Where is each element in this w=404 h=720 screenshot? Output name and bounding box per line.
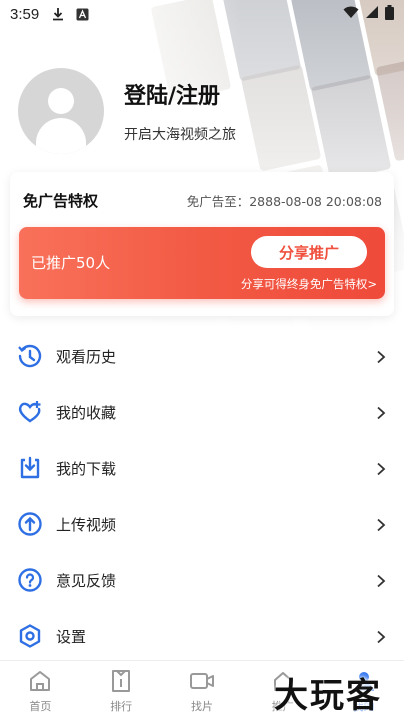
menu-list: 观看历史 我的收藏 我的下载 上传视频 意见反馈 设置 xyxy=(0,328,404,664)
menu-item-label: 设置 xyxy=(56,627,87,646)
menu-item-history[interactable]: 观看历史 xyxy=(0,328,404,384)
ad-free-title: 免广告特权 xyxy=(23,192,99,210)
a-badge-icon xyxy=(75,7,89,21)
menu-item-favorites[interactable]: 我的收藏 xyxy=(0,384,404,440)
watermark-logo: 大玩客 xyxy=(274,676,382,716)
promo-note-link[interactable]: 分享可得终身免广告特权> xyxy=(241,276,377,292)
chevron-right-icon xyxy=(374,573,388,588)
status-bar: 3:59 xyxy=(0,0,404,28)
ad-free-expiry: 免广告至：2888-08-08 20:08:08 xyxy=(186,194,382,209)
promo-banner[interactable]: 已推广50人 分享推广 分享可得终身免广告特权> xyxy=(19,227,385,299)
menu-item-label: 上传视频 xyxy=(56,515,117,534)
status-time: 3:59 xyxy=(10,5,40,23)
menu-item-downloads[interactable]: 我的下载 xyxy=(0,440,404,496)
home-icon xyxy=(27,669,53,693)
share-promo-button[interactable]: 分享推广 xyxy=(251,236,367,268)
wifi-icon xyxy=(343,5,359,23)
nav-ranking[interactable]: 排行 xyxy=(81,661,162,720)
settings-icon xyxy=(16,622,44,650)
heart-plus-icon xyxy=(16,398,44,426)
chevron-right-icon xyxy=(374,349,388,364)
chevron-right-icon xyxy=(374,517,388,532)
menu-item-upload[interactable]: 上传视频 xyxy=(0,496,404,552)
download-icon xyxy=(51,7,65,21)
download-box-icon xyxy=(16,454,44,482)
upload-icon xyxy=(16,510,44,538)
profile-header[interactable]: 登陆/注册 开启大海视频之旅 xyxy=(18,68,236,154)
login-register-link[interactable]: 登陆/注册 xyxy=(124,78,236,110)
signal-icon xyxy=(365,5,379,23)
promo-count: 已推广50人 xyxy=(31,254,111,272)
menu-item-label: 我的收藏 xyxy=(56,403,117,422)
history-icon xyxy=(16,342,44,370)
nav-find[interactable]: 找片 xyxy=(162,661,243,720)
nav-label: 首页 xyxy=(29,700,52,713)
menu-item-settings[interactable]: 设置 xyxy=(0,608,404,664)
chevron-right-icon xyxy=(374,461,388,476)
chevron-right-icon xyxy=(374,629,388,644)
menu-item-label: 我的下载 xyxy=(56,459,117,478)
nav-label: 找片 xyxy=(190,700,213,713)
ranking-icon xyxy=(108,669,134,693)
menu-item-label: 意见反馈 xyxy=(56,571,117,590)
avatar[interactable] xyxy=(18,68,104,154)
nav-home[interactable]: 首页 xyxy=(0,661,81,720)
menu-item-label: 观看历史 xyxy=(56,347,117,366)
ad-free-card: 免广告特权 免广告至：2888-08-08 20:08:08 已推广50人 分享… xyxy=(10,172,394,316)
chevron-right-icon xyxy=(374,405,388,420)
profile-subtitle: 开启大海视频之旅 xyxy=(124,127,236,143)
battery-icon xyxy=(385,4,394,24)
menu-item-feedback[interactable]: 意见反馈 xyxy=(0,552,404,608)
nav-label: 排行 xyxy=(110,700,133,713)
question-icon xyxy=(16,566,44,594)
video-camera-icon xyxy=(189,669,215,693)
